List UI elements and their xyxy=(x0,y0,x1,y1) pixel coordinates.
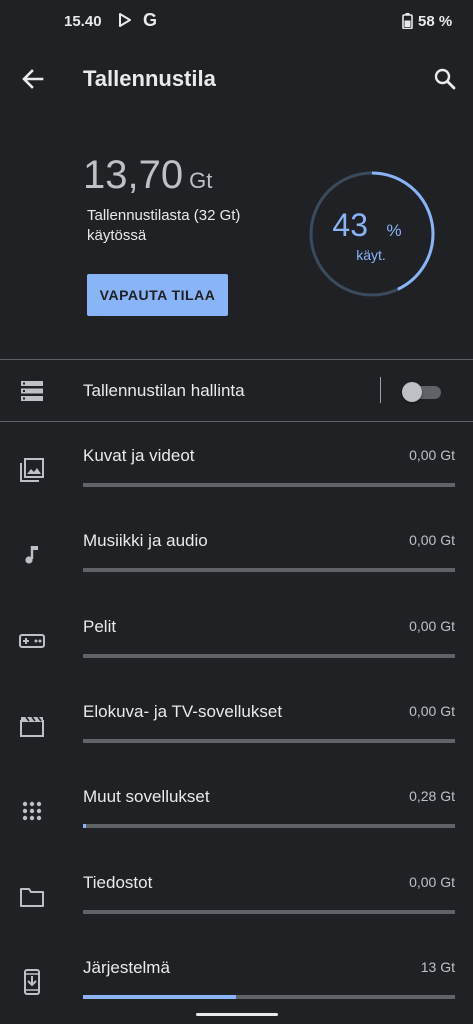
folder-icon xyxy=(19,884,45,910)
battery-icon xyxy=(402,13,413,34)
storage-manager-toggle[interactable] xyxy=(402,382,442,402)
divider xyxy=(0,421,473,422)
navigation-handle[interactable] xyxy=(196,1013,278,1016)
category-label: Tiedostot xyxy=(83,872,153,892)
category-label: Muut sovellukset xyxy=(83,787,210,807)
used-storage-unit: Gt xyxy=(189,168,213,193)
category-label: Kuvat ja videot xyxy=(83,446,195,465)
category-label: Järjestelmä xyxy=(83,957,170,977)
toggle-thumb xyxy=(402,382,422,402)
divider xyxy=(0,359,473,360)
category-usage-bar xyxy=(83,653,455,658)
back-arrow-icon[interactable] xyxy=(20,66,46,92)
movie-icon xyxy=(19,713,45,739)
usage-percent-sign: % xyxy=(386,221,401,240)
status-time: 15.40 xyxy=(64,13,102,30)
storage-description: Tallennustilasta (32 Gt) käytössä xyxy=(87,207,241,244)
google-icon: G xyxy=(143,10,158,30)
category-size: 0,00 Gt xyxy=(409,617,455,634)
category-size: 0,00 Gt xyxy=(409,873,455,890)
system-update-icon xyxy=(19,968,45,995)
category-usage-bar xyxy=(83,483,455,487)
category-size: 0,28 Gt xyxy=(409,788,455,805)
category-usage-fill xyxy=(83,994,236,999)
battery-percent: 58 % xyxy=(418,13,453,30)
storage-icon xyxy=(20,380,44,407)
music-note-icon xyxy=(19,542,45,568)
usage-ring: 43 % käyt. xyxy=(309,171,435,297)
category-usage-bar xyxy=(83,738,455,743)
apps-grid-icon xyxy=(19,798,45,824)
category-row-other-apps[interactable]: Muut sovellukset 0,28 Gt xyxy=(0,768,473,853)
search-icon[interactable] xyxy=(432,66,458,92)
category-usage-bar xyxy=(83,824,455,829)
category-label: Elokuva- ja TV-sovellukset xyxy=(83,701,283,721)
storage-manager-row[interactable]: Tallennustilan hallinta xyxy=(0,362,473,420)
category-row-photos-videos[interactable]: Kuvat ja videot 0,00 Gt xyxy=(0,427,473,512)
category-usage-bar xyxy=(83,568,455,573)
category-size: 0,00 Gt xyxy=(409,532,455,549)
gamepad-icon xyxy=(19,628,45,654)
storage-manager-label: Tallennustilan hallinta xyxy=(83,381,245,400)
status-bar: 15.40 G 58 % xyxy=(0,0,473,44)
category-label: Musiikki ja audio xyxy=(83,531,208,551)
usage-percent: 43 xyxy=(332,207,368,243)
category-label: Pelit xyxy=(83,616,117,636)
category-row-files[interactable]: Tiedostot 0,00 Gt xyxy=(0,854,473,939)
photo-library-icon xyxy=(19,457,45,483)
category-row-games[interactable]: Pelit 0,00 Gt xyxy=(0,598,473,683)
app-bar: Tallennustila xyxy=(0,44,473,114)
category-row-music-audio[interactable]: Musiikki ja audio 0,00 Gt xyxy=(0,512,473,597)
play-store-icon xyxy=(118,13,132,32)
category-row-movies-tv[interactable]: Elokuva- ja TV-sovellukset 0,00 Gt xyxy=(0,683,473,768)
used-storage-value: 13,70 xyxy=(83,153,184,197)
category-usage-bar xyxy=(83,994,455,999)
category-usage-bar xyxy=(83,909,455,914)
free-up-space-button[interactable]: VAPAUTA TILAA xyxy=(87,274,228,316)
used-storage: 13,70 Gt xyxy=(83,153,212,198)
category-size: 0,00 Gt xyxy=(409,702,455,719)
category-size: 0,00 Gt xyxy=(409,447,455,463)
vertical-divider xyxy=(380,377,381,403)
usage-percent-label: käyt. xyxy=(356,247,386,263)
category-row-system[interactable]: Järjestelmä 13 Gt xyxy=(0,939,473,1024)
category-size: 13 Gt xyxy=(420,958,455,975)
category-usage-fill xyxy=(83,824,87,829)
page-title: Tallennustila xyxy=(83,66,216,91)
